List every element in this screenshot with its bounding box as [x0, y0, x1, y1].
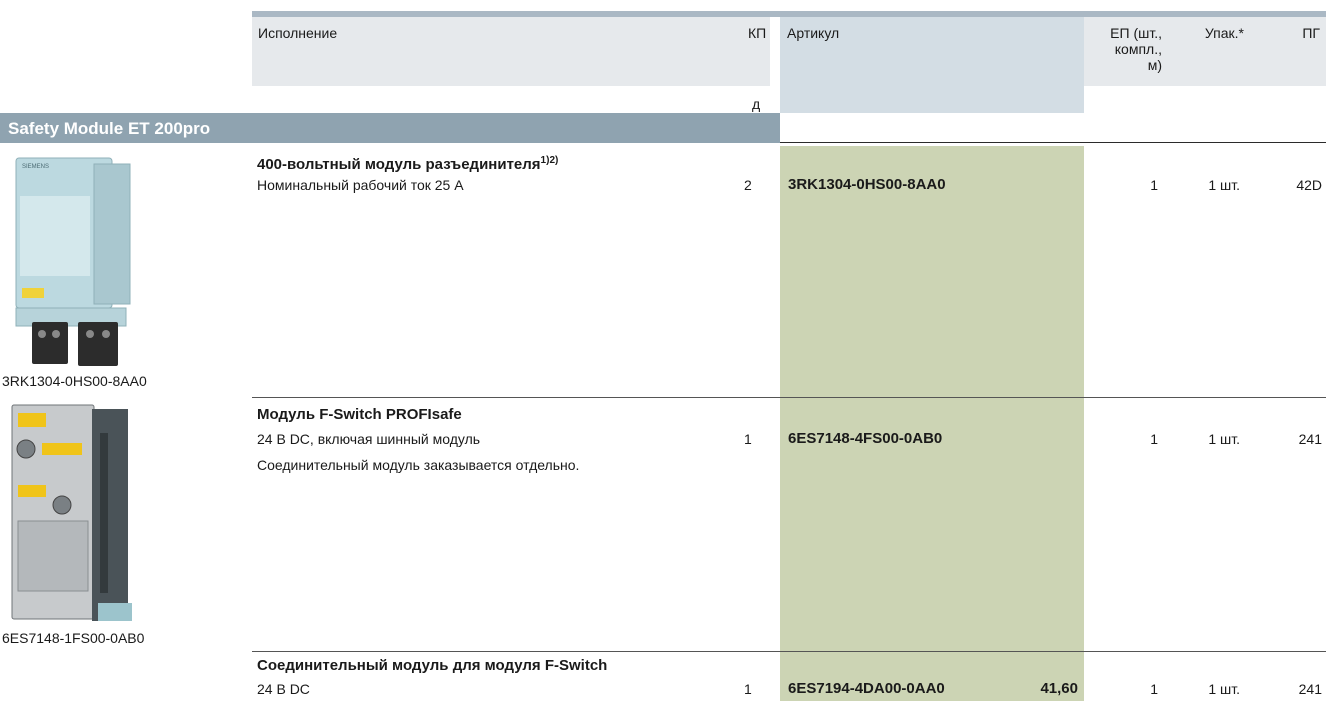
header-unit: ЕП (шт., компл., м)	[1080, 25, 1162, 73]
product-kp: 1	[744, 681, 752, 697]
header-design: Исполнение	[258, 25, 338, 41]
product-kp: 1	[744, 431, 752, 447]
product-description: Номинальный рабочий ток 25 А	[257, 177, 464, 193]
product-image-f-switch-module	[11, 404, 132, 621]
row-divider	[252, 651, 1326, 652]
product-pack: 1 шт.	[1208, 681, 1240, 697]
product-logo-text: SIEMENS	[22, 164, 49, 170]
product-pg: 241	[1298, 681, 1322, 697]
header-article: Артикул	[787, 25, 840, 41]
article-column-highlight	[780, 146, 1084, 701]
product-unit: 1	[1150, 431, 1158, 447]
section-title: Safety Module ET 200pro	[8, 119, 211, 138]
product-price: 41,60	[1040, 680, 1078, 697]
header-unit-line-2: компл.,	[1114, 41, 1162, 57]
header-pack: Упак.*	[1204, 25, 1244, 41]
product-article: 3RK1304-0HS00-8AA0	[788, 176, 946, 193]
header-unit-line-1: ЕП (шт.,	[1110, 25, 1162, 41]
product-description: 24 В DC	[257, 681, 310, 697]
footnote-ref: 1)2)	[540, 155, 559, 166]
product-title: Соединительный модуль для модуля F-Switc…	[257, 657, 608, 674]
product-image-disconnect-module: SIEMENS	[15, 157, 131, 366]
product-unit: 1	[1150, 681, 1158, 697]
product-image-caption: 3RK1304-0HS00-8AA0	[2, 373, 147, 389]
product-image-caption: 6ES7148-1FS00-0AB0	[2, 630, 145, 646]
product-pg: 42D	[1296, 177, 1322, 193]
product-title: 400-вольтный модуль разъединителя1)2)	[257, 152, 558, 174]
product-kp: 2	[744, 177, 752, 193]
section-rule	[780, 142, 1326, 143]
product-pack: 1 шт.	[1208, 177, 1240, 193]
header-kp: КП	[748, 25, 767, 41]
product-pg: 241	[1298, 431, 1322, 447]
product-title: Модуль F-Switch PROFIsafe	[257, 406, 462, 423]
product-title-text: 400-вольтный модуль разъединителя	[257, 156, 541, 173]
product-pack: 1 шт.	[1208, 431, 1240, 447]
product-description: 24 В DC, включая шинный модуль	[257, 431, 481, 447]
product-unit: 1	[1150, 177, 1158, 193]
row-divider	[252, 397, 1326, 398]
header-pg: ПГ	[1302, 25, 1320, 41]
header-kp-sub: д	[752, 96, 761, 112]
product-article: 6ES7194-4DA00-0AA0	[788, 680, 945, 697]
header-unit-line-3: м)	[1147, 57, 1162, 73]
product-description: Соединительный модуль заказывается отдел…	[257, 457, 580, 473]
product-article: 6ES7148-4FS00-0AB0	[788, 430, 943, 447]
